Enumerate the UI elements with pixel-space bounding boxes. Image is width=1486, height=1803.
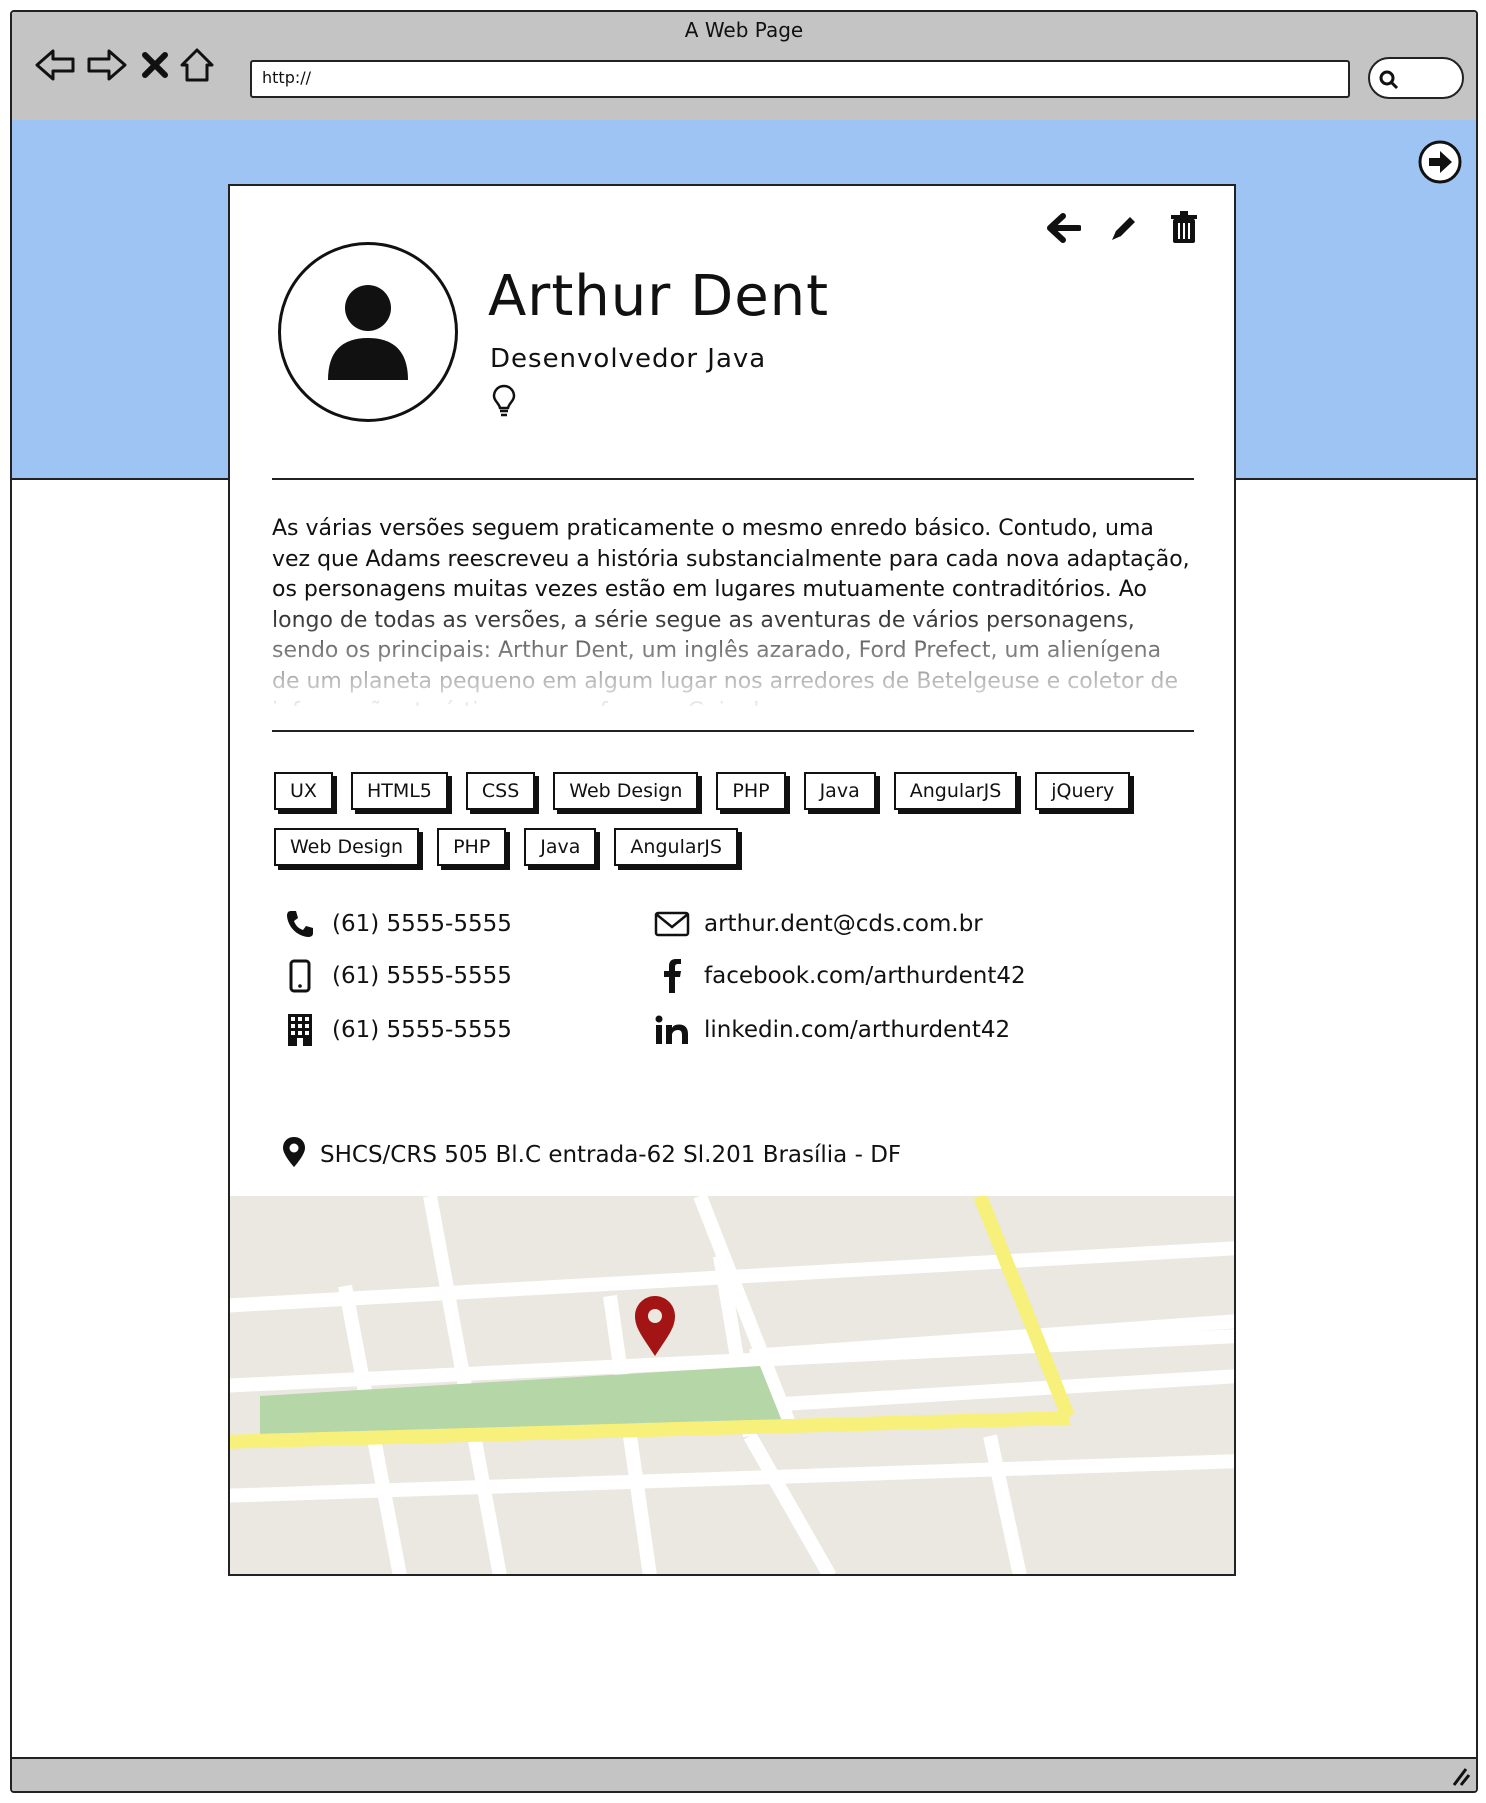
browser-chrome: A Web Page http://: [12, 12, 1476, 122]
facebook-link[interactable]: facebook.com/arthurdent42: [704, 963, 1026, 989]
skill-tag[interactable]: Java: [524, 828, 597, 866]
linkedin-icon: [654, 1012, 690, 1048]
profile-bio: As várias versões seguem praticamente o …: [272, 516, 1190, 706]
back-icon[interactable]: [32, 42, 78, 88]
location-map[interactable]: [230, 1196, 1234, 1576]
facebook-icon: [654, 958, 690, 994]
facebook-row: facebook.com/arthurdent42: [654, 958, 1026, 994]
office-row: (61) 5555-5555: [282, 1012, 512, 1048]
forward-icon[interactable]: [84, 42, 130, 88]
avatar: [278, 242, 458, 422]
skill-tag[interactable]: Web Design: [553, 772, 699, 810]
phone-number[interactable]: (61) 5555-5555: [332, 911, 512, 937]
search-field[interactable]: [1368, 57, 1464, 99]
skill-tag[interactable]: Java: [803, 772, 876, 810]
linkedin-row: linkedin.com/arthurdent42: [654, 1012, 1010, 1048]
skill-tag[interactable]: HTML5: [350, 772, 448, 810]
home-icon[interactable]: [174, 42, 220, 88]
smartphone-icon: [282, 958, 318, 994]
profile-role: Desenvolvedor Java: [490, 344, 767, 374]
profile-card: Arthur Dent Desenvolvedor Java As várias…: [228, 184, 1236, 1576]
close-icon[interactable]: [132, 42, 178, 88]
status-bar: [12, 1757, 1476, 1791]
logout-icon[interactable]: [1416, 138, 1464, 186]
divider: [272, 730, 1194, 732]
building-icon: [282, 1012, 318, 1048]
phone-icon: [282, 906, 318, 942]
linkedin-link[interactable]: linkedin.com/arthurdent42: [704, 1017, 1010, 1043]
map-marker-icon: [282, 1136, 306, 1174]
delete-icon[interactable]: [1164, 208, 1204, 248]
skill-tag[interactable]: AngularJS: [893, 772, 1018, 810]
url-input[interactable]: http://: [250, 60, 1350, 98]
back-arrow-icon[interactable]: [1044, 208, 1084, 248]
edit-icon[interactable]: [1104, 208, 1144, 248]
lightbulb-icon: [492, 384, 516, 422]
window-title: A Web Page: [684, 18, 804, 42]
profile-name: Arthur Dent: [488, 264, 830, 329]
skill-tag[interactable]: CSS: [465, 772, 536, 810]
user-icon: [328, 285, 408, 380]
office-number[interactable]: (61) 5555-5555: [332, 1017, 512, 1043]
skill-tag[interactable]: Web Design: [274, 828, 420, 866]
skill-tag[interactable]: PHP: [716, 772, 786, 810]
skill-tag[interactable]: PHP: [437, 828, 507, 866]
skill-tag[interactable]: UX: [274, 772, 333, 810]
skill-tag[interactable]: jQuery: [1035, 772, 1131, 810]
divider: [272, 478, 1194, 480]
address-row: SHCS/CRS 505 Bl.C entrada-62 Sl.201 Bras…: [282, 1136, 901, 1174]
skill-tag[interactable]: AngularJS: [614, 828, 738, 866]
envelope-icon: [654, 906, 690, 942]
resize-grip-icon[interactable]: [1446, 1763, 1470, 1787]
mobile-number[interactable]: (61) 5555-5555: [332, 963, 512, 989]
phone-row: (61) 5555-5555: [282, 906, 512, 942]
mobile-row: (61) 5555-5555: [282, 958, 512, 994]
search-icon: [1379, 70, 1399, 90]
address-text: SHCS/CRS 505 Bl.C entrada-62 Sl.201 Bras…: [320, 1142, 902, 1168]
email-row: arthur.dent@cds.com.br: [654, 906, 983, 942]
card-actions: [1044, 208, 1204, 248]
skills-tags: UX HTML5 CSS Web Design PHP Java Angular…: [274, 772, 1204, 866]
email-link[interactable]: arthur.dent@cds.com.br: [704, 911, 983, 937]
